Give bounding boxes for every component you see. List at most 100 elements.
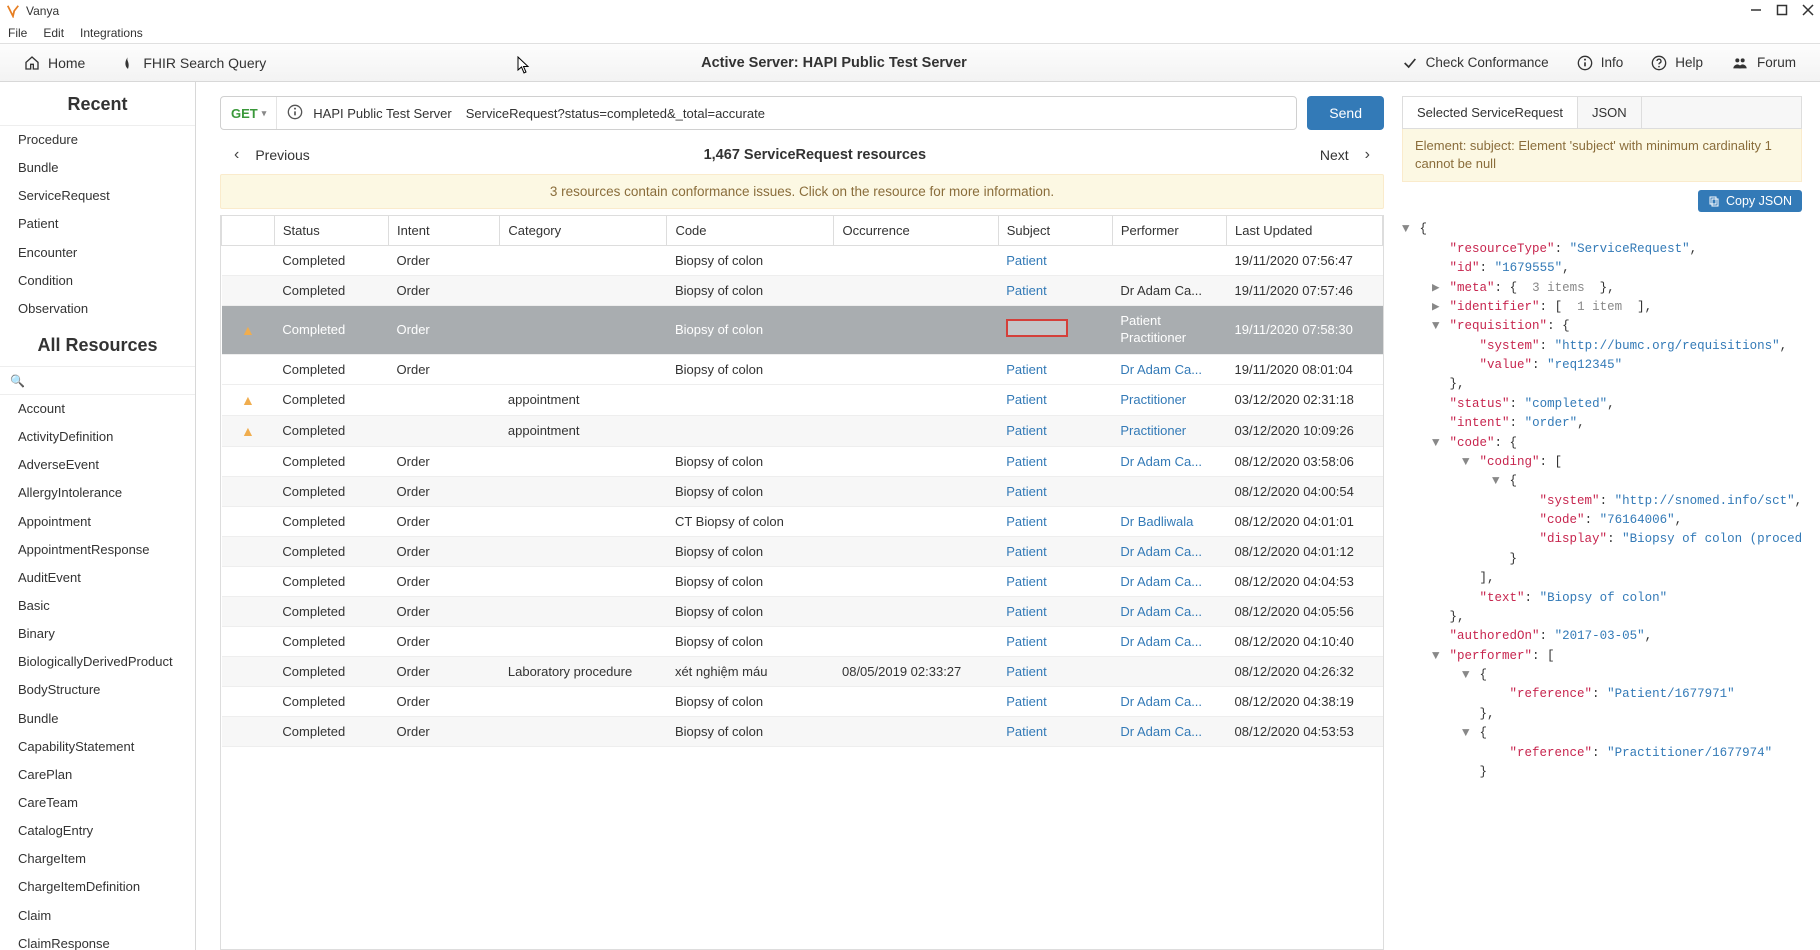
json-line[interactable]: ▶ "identifier": [ 1 item ], — [1402, 298, 1802, 317]
performer-link[interactable]: Dr Adam Ca... — [1120, 694, 1202, 709]
previous-button[interactable]: ‹ Previous — [234, 146, 310, 164]
sidebar-all-item[interactable]: ChargeItem — [0, 845, 195, 873]
window-close-button[interactable] — [1802, 4, 1814, 19]
sidebar-all-item[interactable]: CapabilityStatement — [0, 733, 195, 761]
sidebar-all-item[interactable]: ClaimResponse — [0, 930, 195, 950]
sidebar-recent-item[interactable]: Bundle — [0, 154, 195, 182]
json-line[interactable]: "system": "http://snomed.info/sct", — [1402, 492, 1802, 511]
json-line[interactable]: "id": "1679555", — [1402, 259, 1802, 278]
json-line[interactable]: } — [1402, 550, 1802, 569]
json-line[interactable]: }, — [1402, 375, 1802, 394]
sidebar-all-item[interactable]: AppointmentResponse — [0, 536, 195, 564]
sidebar-recent-item[interactable]: Observation — [0, 295, 195, 323]
table-row[interactable]: ▲CompletedOrderBiopsy of colonPatientPra… — [222, 306, 1383, 355]
table-row[interactable]: CompletedOrderBiopsy of colonPatientDr A… — [222, 446, 1383, 476]
toolbar-check-conformance[interactable]: Check Conformance — [1402, 55, 1549, 71]
subject-link[interactable]: Patient — [1006, 724, 1046, 739]
json-line[interactable]: "system": "http://bumc.org/requisitions"… — [1402, 337, 1802, 356]
table-row[interactable]: CompletedOrderBiopsy of colonPatientDr A… — [222, 566, 1383, 596]
sidebar-all-item[interactable]: CarePlan — [0, 761, 195, 789]
send-button[interactable]: Send — [1307, 96, 1384, 130]
table-row[interactable]: CompletedOrderBiopsy of colonPatientDr A… — [222, 276, 1383, 306]
performer-link[interactable]: Dr Adam Ca... — [1120, 574, 1202, 589]
table-row[interactable]: ▲CompletedappointmentPatientPractitioner… — [222, 384, 1383, 415]
sidebar-recent-item[interactable]: Procedure — [0, 126, 195, 154]
window-minimize-button[interactable] — [1750, 4, 1762, 19]
subject-link[interactable]: Patient — [1006, 514, 1046, 529]
menu-integrations[interactable]: Integrations — [80, 26, 143, 40]
subject-link[interactable]: Patient — [1006, 454, 1046, 469]
json-line[interactable]: "resourceType": "ServiceRequest", — [1402, 240, 1802, 259]
sidebar-all-item[interactable]: AuditEvent — [0, 564, 195, 592]
performer-link[interactable]: Dr Adam Ca... — [1120, 724, 1202, 739]
json-line[interactable]: ▼ { — [1402, 220, 1802, 239]
sidebar-all-item[interactable]: ActivityDefinition — [0, 423, 195, 451]
sidebar-all-item[interactable]: Basic — [0, 592, 195, 620]
performer-link[interactable]: Dr Adam Ca... — [1120, 454, 1202, 469]
column-header[interactable]: Last Updated — [1227, 216, 1383, 246]
table-row[interactable]: CompletedOrderBiopsy of colonPatientDr A… — [222, 686, 1383, 716]
json-line[interactable]: "value": "req12345" — [1402, 356, 1802, 375]
toolbar-home[interactable]: Home — [24, 55, 85, 71]
performer-link[interactable]: Dr Adam Ca... — [1120, 634, 1202, 649]
toolbar-help[interactable]: Help — [1651, 55, 1703, 71]
copy-json-button[interactable]: Copy JSON — [1698, 190, 1802, 212]
column-header[interactable]: Status — [274, 216, 388, 246]
menu-file[interactable]: File — [8, 26, 27, 40]
window-maximize-button[interactable] — [1776, 4, 1788, 19]
table-row[interactable]: CompletedOrderBiopsy of colonPatientDr A… — [222, 536, 1383, 566]
sidebar-recent-item[interactable]: Patient — [0, 210, 195, 238]
json-line[interactable]: ▼ { — [1402, 724, 1802, 743]
sidebar-all-item[interactable]: CareTeam — [0, 789, 195, 817]
sidebar-all-item[interactable]: Bundle — [0, 705, 195, 733]
toolbar-fhir-search[interactable]: FHIR Search Query — [121, 55, 266, 71]
tab-selected-resource[interactable]: Selected ServiceRequest — [1403, 97, 1578, 128]
table-row[interactable]: CompletedOrderBiopsy of colonPatientDr A… — [222, 626, 1383, 656]
sidebar-recent-item[interactable]: Condition — [0, 267, 195, 295]
info-icon[interactable] — [287, 104, 303, 123]
json-line[interactable]: "display": "Biopsy of colon (procedure)" — [1402, 530, 1802, 549]
subject-link[interactable]: Patient — [1006, 484, 1046, 499]
performer-link[interactable]: Dr Adam Ca... — [1120, 604, 1202, 619]
subject-link[interactable]: Patient — [1006, 664, 1046, 679]
subject-link[interactable]: Patient — [1006, 634, 1046, 649]
json-line[interactable]: "intent": "order", — [1402, 414, 1802, 433]
json-line[interactable]: ], — [1402, 569, 1802, 588]
column-header[interactable]: Category — [500, 216, 667, 246]
sidebar-all-item[interactable]: ChargeItemDefinition — [0, 873, 195, 901]
http-method-selector[interactable]: GET ▾ — [221, 97, 277, 129]
sidebar-all-item[interactable]: Appointment — [0, 508, 195, 536]
performer-link[interactable]: Dr Adam Ca... — [1120, 544, 1202, 559]
toolbar-info[interactable]: Info — [1577, 55, 1624, 71]
table-row[interactable]: CompletedOrderLaboratory procedurexét ng… — [222, 656, 1383, 686]
sidebar-all-item[interactable]: BodyStructure — [0, 676, 195, 704]
sidebar-all-item[interactable]: AdverseEvent — [0, 451, 195, 479]
subject-link[interactable]: Patient — [1006, 574, 1046, 589]
table-row[interactable]: CompletedOrderBiopsy of colonPatientDr A… — [222, 596, 1383, 626]
subject-link[interactable]: Patient — [1006, 544, 1046, 559]
subject-link[interactable]: Patient — [1006, 283, 1046, 298]
tab-json[interactable]: JSON — [1578, 97, 1642, 128]
table-row[interactable]: CompletedOrderBiopsy of colonPatientDr A… — [222, 354, 1383, 384]
json-viewer[interactable]: ▼ { "resourceType": "ServiceRequest", "i… — [1402, 220, 1802, 950]
sidebar-all-item[interactable]: Account — [0, 395, 195, 423]
json-line[interactable]: ▼ { — [1402, 472, 1802, 491]
json-line[interactable]: "authoredOn": "2017-03-05", — [1402, 627, 1802, 646]
json-line[interactable]: "status": "completed", — [1402, 395, 1802, 414]
table-row[interactable]: CompletedOrderBiopsy of colonPatient19/1… — [222, 246, 1383, 276]
table-row[interactable]: ▲CompletedappointmentPatientPractitioner… — [222, 415, 1383, 446]
column-header[interactable] — [222, 216, 275, 246]
sidebar-all-item[interactable]: Claim — [0, 902, 195, 930]
column-header[interactable]: Code — [667, 216, 834, 246]
sidebar-recent-item[interactable]: ServiceRequest — [0, 182, 195, 210]
json-line[interactable]: "reference": "Patient/1677971" — [1402, 685, 1802, 704]
json-line[interactable]: } — [1402, 763, 1802, 782]
performer-link[interactable]: Dr Badliwala — [1120, 514, 1193, 529]
table-row[interactable]: CompletedOrderCT Biopsy of colonPatientD… — [222, 506, 1383, 536]
json-line[interactable]: "text": "Biopsy of colon" — [1402, 589, 1802, 608]
json-line[interactable]: }, — [1402, 705, 1802, 724]
sidebar-all-item[interactable]: BiologicallyDerivedProduct — [0, 648, 195, 676]
json-line[interactable]: }, — [1402, 608, 1802, 627]
subject-link[interactable]: Patient — [1006, 253, 1046, 268]
json-line[interactable]: ▼ "coding": [ — [1402, 453, 1802, 472]
